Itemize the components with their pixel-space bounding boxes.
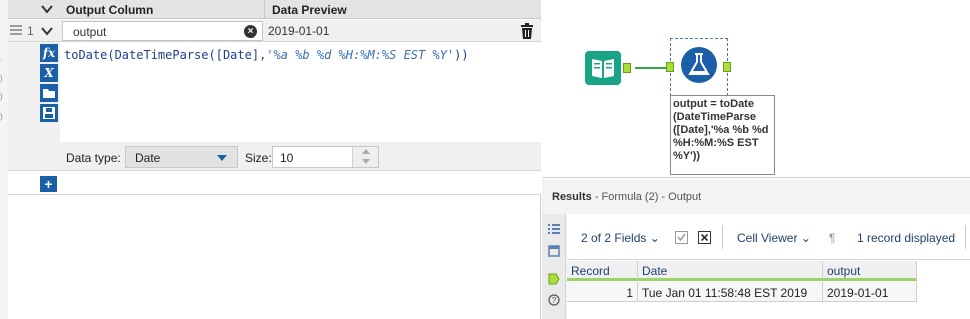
pilcrow-icon[interactable]: ¶ [829,231,835,245]
results-subtitle: - Formula (2) - Output [594,191,702,203]
add-expression-button[interactable]: + [40,176,57,192]
toolbar-divider [965,225,966,249]
header-divider [264,0,265,19]
fields-selector-label: 2 of 2 Fields [581,231,647,245]
app-window: . ) ) ) Output Column Data Preview 1 out… [0,0,970,319]
results-title: Results - Formula (2) - Output [552,191,701,203]
results-sidebar: ? [542,214,566,319]
expression-text: toDate(DateTimeParse([Date],'%a %b %d %H… [64,48,469,62]
data-type-value: Date [135,151,161,165]
clear-icon[interactable]: × [244,25,257,38]
expression-editor-section: fx X toDate(DateTimeParse([Date],'%a %b … [8,42,541,170]
drag-handle-icon[interactable] [10,25,22,37]
table-cell-date[interactable]: Tue Jan 01 11:58:48 EST 2019 [638,282,823,302]
toolbar-divider [722,225,723,249]
collapse-all-chevron-icon[interactable] [41,3,53,15]
formula-flask-icon [681,47,717,83]
input-data-tool[interactable] [585,51,621,85]
data-preview-value: 2019-01-01 [268,24,330,38]
tool-annotation: output = toDate (DateTimeParse ([Date],'… [670,95,775,175]
table-icon[interactable] [548,245,560,257]
check-box-icon[interactable] [675,231,688,244]
book-icon [592,59,614,78]
fields-selector[interactable]: 2 of 2 Fields ⌄ [581,231,660,245]
column-header-output[interactable]: output [823,261,917,281]
workflow-canvas[interactable]: output = toDate (DateTimeParse ([Date],'… [542,0,970,178]
help-icon[interactable]: ? [548,294,560,306]
dropdown-arrow-icon [217,155,227,161]
open-folder-icon[interactable] [40,84,58,102]
input-anchor[interactable] [666,62,674,72]
column-header-row: Output Column Data Preview [8,0,541,19]
expression-format-string: '%a %b %d %H:%M:%S EST %Y' [266,48,455,62]
svg-text:?: ? [552,296,557,305]
data-preview-header: Data Preview [272,3,347,17]
output-column-header: Output Column [66,3,154,17]
data-tag-icon[interactable] [548,273,560,285]
left-edge-strip: . ) ) ) [0,0,8,319]
cell-viewer-dropdown[interactable]: Cell Viewer ⌄ [737,231,811,245]
expression-row: 1 output × 2019-01-01 [8,20,541,42]
output-column-value: output [73,25,107,39]
expression-textarea[interactable]: toDate(DateTimeParse([Date],'%a %b %d %H… [60,42,541,142]
close-box-icon[interactable] [698,231,711,244]
formula-output-anchor[interactable] [723,62,731,72]
results-heading: Results [552,191,592,203]
results-grid-panel: 2 of 2 Fields ⌄ Cell Viewer ⌄ ¶ 1 record… [567,214,970,319]
record-count: 1 record displayed [857,231,956,245]
strip-mark: ) [0,112,3,121]
variables-icon[interactable]: X [40,64,58,82]
table-cell-output[interactable]: 2019-01-01 [823,282,917,302]
cell-viewer-label: Cell Viewer [737,231,798,245]
chevron-down-icon: ⌄ [800,231,811,245]
row-number: 1 [27,24,34,38]
size-label: Size: [245,151,272,165]
chevron-down-icon: ⌄ [649,231,660,245]
formula-tool[interactable] [666,38,731,96]
trash-icon[interactable] [520,23,534,39]
column-header-record[interactable]: Record [567,261,638,281]
list-icon[interactable] [548,223,560,235]
data-type-label: Data type: [66,151,121,165]
save-icon[interactable] [40,104,58,122]
results-window: Results - Formula (2) - Output ? 2 of 2 … [542,179,970,319]
strip-mark: . [0,54,3,63]
output-anchor[interactable] [623,63,631,73]
add-expression-row: + [8,170,541,195]
collapse-row-chevron-icon[interactable] [41,25,53,37]
formula-config-panel: . ) ) ) Output Column Data Preview 1 out… [0,0,541,319]
expression-closing: )) [454,48,469,62]
expression-function: toDate(DateTimeParse([Date], [64,48,267,62]
strip-mark: ) [0,74,3,83]
data-type-row: Data type: Date Size: 10 [60,142,541,170]
size-value: 10 [280,151,294,165]
results-toolbar: 2 of 2 Fields ⌄ Cell Viewer ⌄ ¶ 1 record… [567,214,970,260]
column-header-date[interactable]: Date [638,261,823,281]
size-input[interactable]: 10 [272,146,379,168]
output-column-input[interactable]: output × [62,21,263,41]
table-cell-record[interactable]: 1 [567,282,638,302]
size-spinner[interactable] [352,147,378,167]
fx-function-icon[interactable]: fx [40,44,58,62]
strip-mark: ) [0,92,3,101]
data-type-select[interactable]: Date [125,146,238,168]
